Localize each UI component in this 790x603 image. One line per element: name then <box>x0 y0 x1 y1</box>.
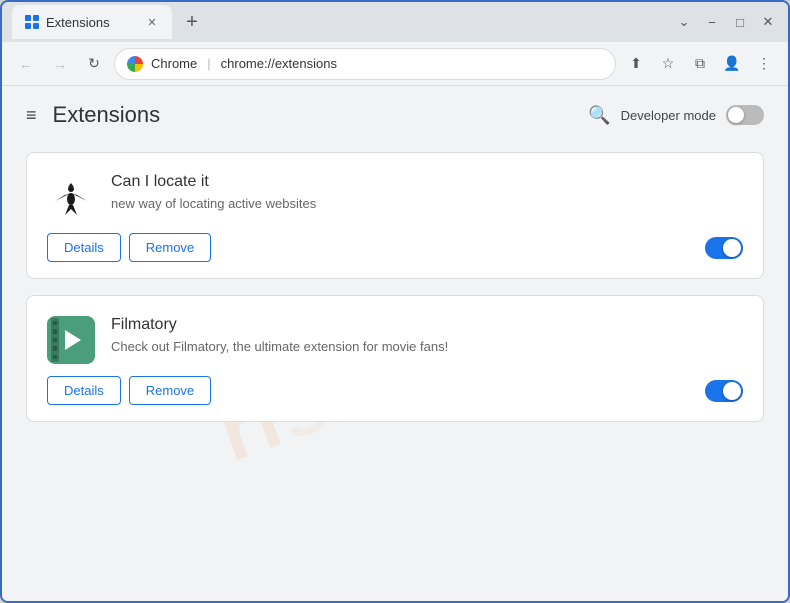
chrome-logo-icon <box>127 56 143 72</box>
url-text: chrome://extensions <box>221 56 337 71</box>
profile-icon[interactable]: 👤 <box>718 50 746 78</box>
card-top-0: Can I locate it new way of locating acti… <box>47 173 743 221</box>
extension-name-0: Can I locate it <box>111 173 743 191</box>
search-icon[interactable]: 🔍 <box>588 105 610 126</box>
developer-mode-label: Developer mode <box>621 108 716 123</box>
card-bottom-1: Details Remove <box>47 376 743 405</box>
extension-tab-icon <box>24 14 40 30</box>
menu-icon[interactable]: ⋮ <box>750 50 778 78</box>
extensions-header: ≡ Extensions 🔍 Developer mode <box>2 86 788 144</box>
extensions-list: Can I locate it new way of locating acti… <box>2 144 788 446</box>
toolbar-icons: ⬆ ☆ ⧉ 👤 ⋮ <box>622 50 778 78</box>
tab-label: Extensions <box>46 15 110 30</box>
extension-name-1: Filmatory <box>111 316 743 334</box>
card-toggle-area-0 <box>705 237 743 259</box>
remove-button-0[interactable]: Remove <box>129 233 211 262</box>
card-toggle-area-1 <box>705 380 743 402</box>
filmatory-logo <box>47 316 95 364</box>
remove-button-1[interactable]: Remove <box>129 376 211 405</box>
browser-window: Extensions ✕ + ⌄ − □ ✕ ← → ↻ Chrome | ch… <box>0 0 790 603</box>
separator: | <box>207 56 210 71</box>
chrome-label: Chrome <box>151 56 197 71</box>
film-dot <box>53 355 57 359</box>
film-dot <box>53 321 57 325</box>
card-top-1: Filmatory Check out Filmatory, the ultim… <box>47 316 743 364</box>
extension-card-1: Filmatory Check out Filmatory, the ultim… <box>26 295 764 422</box>
page-title: Extensions <box>53 102 589 128</box>
new-tab-button[interactable]: + <box>178 8 206 36</box>
address-bar[interactable]: Chrome | chrome://extensions <box>114 48 616 80</box>
minimize-button[interactable]: − <box>702 12 722 32</box>
extension-desc-0: new way of locating active websites <box>111 195 743 213</box>
refresh-button[interactable]: ↻ <box>80 50 108 78</box>
developer-mode-area: 🔍 Developer mode <box>588 105 764 126</box>
film-dot <box>53 338 57 342</box>
share-icon[interactable]: ⬆ <box>622 50 650 78</box>
maximize-button[interactable]: □ <box>730 12 750 32</box>
forward-button[interactable]: → <box>46 50 74 78</box>
extension-desc-1: Check out Filmatory, the ultimate extens… <box>111 338 743 356</box>
extension-card-0: Can I locate it new way of locating acti… <box>26 152 764 279</box>
details-button-0[interactable]: Details <box>47 233 121 262</box>
extension-icon-1 <box>47 316 95 364</box>
film-dot <box>53 329 57 333</box>
window-controls: ⌄ − □ ✕ <box>674 12 778 32</box>
card-bottom-0: Details Remove <box>47 233 743 262</box>
extensions-icon[interactable]: ⧉ <box>686 50 714 78</box>
active-tab[interactable]: Extensions ✕ <box>12 5 172 39</box>
chevron-down-icon[interactable]: ⌄ <box>674 12 694 32</box>
bookmark-icon[interactable]: ☆ <box>654 50 682 78</box>
close-window-button[interactable]: ✕ <box>758 12 778 32</box>
developer-mode-toggle[interactable] <box>726 105 764 125</box>
nav-bar: ← → ↻ Chrome | chrome://extensions ⬆ ☆ ⧉… <box>2 42 788 86</box>
film-strip <box>51 318 59 362</box>
details-button-1[interactable]: Details <box>47 376 121 405</box>
title-bar: Extensions ✕ + ⌄ − □ ✕ <box>2 2 788 42</box>
extension-info-0: Can I locate it new way of locating acti… <box>111 173 743 213</box>
extension-toggle-0[interactable] <box>705 237 743 259</box>
extension-toggle-1[interactable] <box>705 380 743 402</box>
film-dot <box>53 346 57 350</box>
back-button[interactable]: ← <box>12 50 40 78</box>
tab-close-button[interactable]: ✕ <box>144 14 160 30</box>
extension-info-1: Filmatory Check out Filmatory, the ultim… <box>111 316 743 356</box>
page-content: rish.com ≡ Extensions 🔍 Developer mode <box>2 86 788 601</box>
play-icon <box>65 330 81 350</box>
extension-icon-0 <box>47 173 95 221</box>
hamburger-menu-button[interactable]: ≡ <box>26 105 37 126</box>
